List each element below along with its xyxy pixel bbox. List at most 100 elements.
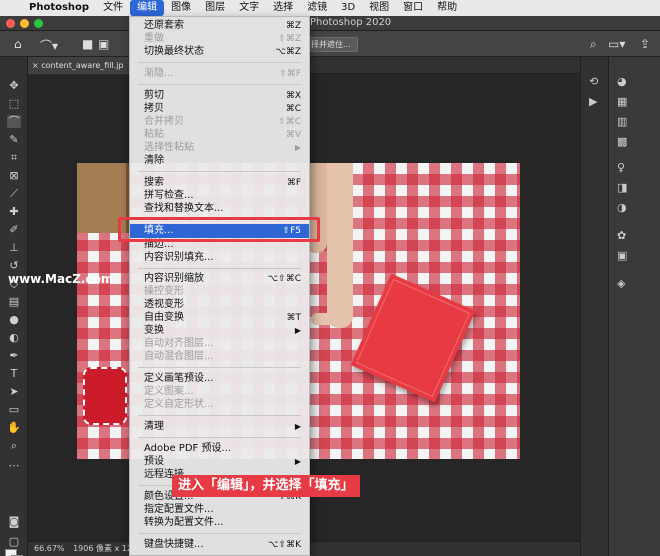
history-brush-tool-icon[interactable]: ↺ — [7, 259, 21, 272]
add-selection-icon[interactable]: ▣ — [98, 37, 109, 51]
menu-item-label: 拼写检查... — [144, 190, 194, 201]
image-leg-front — [327, 163, 353, 328]
patterns-panel-icon[interactable]: ▩ — [617, 135, 627, 148]
menu-item-auto-blend-layers[interactable]: 自动混合图层... — [130, 351, 309, 363]
zoom-window-button[interactable] — [34, 19, 43, 28]
lasso-preset-icon[interactable]: ⌒▾ — [40, 37, 58, 54]
menu-item-assign-profile[interactable]: 指定配置文件... — [130, 504, 309, 516]
menu-item-paste[interactable]: 粘贴 ⌘V — [130, 129, 309, 141]
menu-view[interactable]: 视图 — [362, 0, 396, 16]
menu-item-define-custom-shape[interactable]: 定义自定形状... — [130, 399, 309, 411]
move-tool-icon[interactable]: ✥ — [7, 79, 21, 92]
lasso-selection — [83, 367, 127, 425]
menu-item-perspective-warp[interactable]: 透视变形 — [130, 299, 309, 311]
menu-item-define-pattern[interactable]: 定义图案... — [130, 386, 309, 398]
quick-select-tool-icon[interactable]: ✎ — [7, 133, 21, 146]
gradient-tool-icon[interactable]: ▤ — [7, 295, 21, 308]
menu-item-puppet-warp[interactable]: 操控变形 — [130, 286, 309, 298]
menu-item-auto-align-layers[interactable]: 自动对齐图层... — [130, 338, 309, 350]
menu-item-label: 切换最终状态 — [144, 46, 204, 57]
crop-tool-icon[interactable]: ⌗ — [7, 151, 21, 164]
document-info: 1906 像素 x 127 — [73, 544, 138, 553]
pen-tool-icon[interactable]: ✒ — [7, 349, 21, 362]
menu-window[interactable]: 窗口 — [396, 0, 430, 16]
menu-item-label: 清理 — [144, 421, 164, 432]
menu-type[interactable]: 文字 — [232, 0, 266, 16]
select-and-mask-button[interactable]: 择并遮住... — [304, 37, 358, 52]
tools-panel: ✥ ⬚ ⌒ ✎ ⌗ ⊠ ⟋ ✚ ✐ ⊥ ↺ ◇ ▤ ● ◐ ✒ T ➤ ▭ ✋ … — [0, 57, 28, 556]
menu-item-content-aware-scale[interactable]: 内容识别缩放 ⌥⇧⌘C — [130, 273, 309, 285]
workspace-icon[interactable]: ▭▾ — [608, 37, 625, 51]
properties-panel-icon[interactable]: ♀ — [617, 161, 625, 174]
menu-item-shortcut: ⇧⌘C — [278, 117, 301, 127]
quick-mask-icon[interactable]: ◙ — [7, 515, 21, 528]
menu-item-free-transform[interactable]: 自由变换 ⌘T — [130, 312, 309, 324]
screen-mode-icon[interactable]: ▢ — [7, 535, 21, 548]
eyedropper-tool-icon[interactable]: ⟋ — [7, 187, 21, 200]
menu-item-transform[interactable]: 变换 ▶ — [130, 325, 309, 337]
menu-item-label: 内容识别填充... — [144, 252, 214, 263]
menu-item-copy-merged[interactable]: 合并拷贝 ⇧⌘C — [130, 116, 309, 128]
path-select-tool-icon[interactable]: ➤ — [7, 385, 21, 398]
lasso-tool-icon[interactable]: ⌒ — [7, 115, 21, 128]
healing-tool-icon[interactable]: ✚ — [7, 205, 21, 218]
minimize-window-button[interactable] — [20, 19, 29, 28]
libraries-panel-icon[interactable]: ◑ — [617, 201, 627, 214]
frame-tool-icon[interactable]: ⊠ — [7, 169, 21, 182]
menu-item-pdf-presets[interactable]: Adobe PDF 预设... — [130, 443, 309, 455]
more-tools-icon[interactable]: ⋯ — [7, 459, 21, 472]
menu-item-content-aware-fill[interactable]: 内容识别填充... — [130, 252, 309, 264]
menu-item-undo[interactable]: 还原套索 ⌘Z — [130, 20, 309, 32]
dodge-tool-icon[interactable]: ◐ — [7, 331, 21, 344]
menu-item-copy[interactable]: 拷贝 ⌘C — [130, 103, 309, 115]
menu-item-find-replace[interactable]: 查找和替换文本... — [130, 203, 309, 215]
menu-item-redo[interactable]: 重做 ⇧⌘Z — [130, 33, 309, 45]
search-icon[interactable]: ⌕ — [590, 37, 597, 52]
menu-item-spell-check[interactable]: 拼写检查... — [130, 190, 309, 202]
menu-item-convert-profile[interactable]: 转换为配置文件... — [130, 517, 309, 529]
history-panel-icon[interactable]: ⟲ — [589, 75, 598, 88]
menu-3d[interactable]: 3D — [334, 0, 362, 16]
document-tab-label: content_aware_fill.jp — [41, 61, 124, 70]
blur-tool-icon[interactable]: ● — [7, 313, 21, 326]
zoom-tool-icon[interactable]: ⌕ — [7, 439, 21, 452]
new-selection-icon[interactable]: ■ — [82, 37, 93, 51]
swatches-panel-icon[interactable]: ▦ — [617, 95, 627, 108]
adjustments-panel-icon[interactable]: ◨ — [617, 181, 627, 194]
menu-edit[interactable]: 编辑 — [130, 0, 165, 16]
menu-layer[interactable]: 图层 — [198, 0, 232, 16]
menu-item-toggle-last-state[interactable]: 切换最终状态 ⌥⌘Z — [130, 46, 309, 58]
document-tab[interactable]: × content_aware_fill.jp — [28, 57, 132, 74]
menu-select[interactable]: 选择 — [266, 0, 300, 16]
type-tool-icon[interactable]: T — [7, 367, 21, 380]
menu-photoshop[interactable]: Photoshop — [22, 0, 96, 16]
zoom-level[interactable]: 66.67% — [34, 544, 65, 553]
actions-panel-icon[interactable]: ▶ — [589, 95, 597, 108]
styles-panel-icon[interactable]: ✿ — [617, 229, 626, 242]
menu-item-search[interactable]: 搜索 ⌘F — [130, 177, 309, 189]
menu-item-fade[interactable]: 渐隐... ⇧⌘F — [130, 68, 309, 80]
layers-panel-icon[interactable]: ◈ — [617, 277, 625, 290]
menu-item-presets[interactable]: 预设 ▶ — [130, 456, 309, 468]
channels-panel-icon[interactable]: ▣ — [617, 249, 627, 262]
menu-item-keyboard-shortcuts[interactable]: 键盘快捷键... ⌥⇧⌘K — [130, 539, 309, 551]
home-icon[interactable]: ⌂ — [14, 37, 22, 51]
rectangle-tool-icon[interactable]: ▭ — [7, 403, 21, 416]
menu-item-cut[interactable]: 剪切 ⌘X — [130, 90, 309, 102]
menu-item-clear[interactable]: 清除 — [130, 155, 309, 167]
color-panel-icon[interactable]: ◕ — [617, 75, 627, 88]
share-icon[interactable]: ⇪ — [640, 37, 650, 51]
brush-tool-icon[interactable]: ✐ — [7, 223, 21, 236]
hand-tool-icon[interactable]: ✋ — [7, 421, 21, 434]
menu-file[interactable]: 文件 — [96, 0, 130, 16]
menu-item-purge[interactable]: 清理 ▶ — [130, 421, 309, 433]
menu-item-define-brush-preset[interactable]: 定义画笔预设... — [130, 373, 309, 385]
gradients-panel-icon[interactable]: ▥ — [617, 115, 627, 128]
menu-filter[interactable]: 滤镜 — [300, 0, 334, 16]
menu-image[interactable]: 图像 — [164, 0, 198, 16]
marquee-tool-icon[interactable]: ⬚ — [7, 97, 21, 110]
menu-item-paste-special[interactable]: 选择性粘贴 ▶ — [130, 142, 309, 154]
menu-help[interactable]: 帮助 — [430, 0, 464, 16]
close-window-button[interactable] — [6, 19, 15, 28]
stamp-tool-icon[interactable]: ⊥ — [7, 241, 21, 254]
